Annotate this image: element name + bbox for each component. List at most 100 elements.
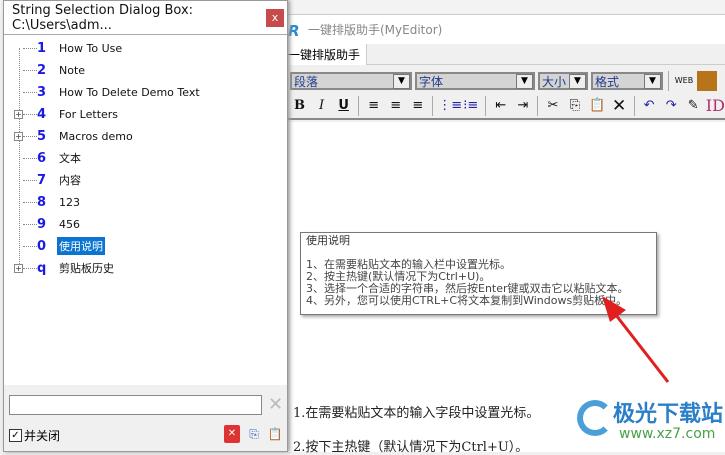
watermark-logo-icon (577, 400, 613, 436)
align-center-icon[interactable]: ≡ (386, 96, 405, 116)
tree-connector (23, 223, 37, 225)
hotkey: 7 (37, 172, 47, 188)
tree-connector (23, 135, 37, 137)
red-arrow-annotation (602, 296, 670, 383)
chevron-down-icon: ▼ (644, 73, 661, 89)
expand-icon[interactable]: + (14, 131, 23, 141)
tab-bar: 一键排版助手 (286, 44, 725, 65)
separator (485, 96, 487, 116)
string-selection-dialog: String Selection Dialog Box: C:\Users\ad… (3, 0, 288, 452)
close-checkbox[interactable]: ✓ 并关闭 (9, 427, 60, 444)
edit-icon[interactable]: ✎ (684, 96, 703, 116)
indent-icon[interactable]: ⇥ (513, 96, 532, 116)
paragraph-select[interactable]: 段落 ▼ (290, 72, 412, 90)
outdent-icon[interactable]: ⇤ (491, 96, 510, 116)
tree-item[interactable]: 9 456 (10, 214, 82, 234)
close-button[interactable]: x (266, 9, 284, 27)
search-input[interactable] (9, 395, 262, 415)
app-logo-icon: R (288, 21, 300, 40)
bold-icon[interactable]: B (290, 96, 309, 116)
body-line: 1.在需要粘贴文本的输入字段中设置光标。 (293, 406, 540, 421)
item-label: 文本 (59, 152, 81, 165)
tree-connector (23, 91, 37, 93)
paste-icon[interactable]: 📋 (588, 96, 607, 116)
item-label: For Letters (59, 107, 119, 121)
tree-connector (23, 245, 37, 247)
tree-item[interactable]: 7 内容 (10, 170, 83, 190)
italic-icon[interactable]: I (312, 96, 331, 116)
separator (633, 96, 635, 116)
tree-connector (23, 113, 37, 115)
clear-icon[interactable]: ✕ (268, 394, 283, 415)
copy-icon[interactable]: ⎘ (246, 425, 262, 443)
separator (432, 96, 434, 116)
dialog-title: String Selection Dialog Box: C:\Users\ad… (4, 1, 287, 35)
font-select[interactable]: 字体 ▼ (415, 72, 535, 90)
tree-item[interactable]: +4 For Letters (10, 104, 120, 124)
close-checkbox-label: 并关闭 (24, 429, 61, 443)
tab-editor[interactable]: 一键排版助手 (286, 44, 368, 65)
cut-icon[interactable]: ✂ (543, 96, 562, 116)
tree-item[interactable]: 8 123 (10, 192, 82, 212)
watermark-url: www.xz7.com (619, 426, 716, 442)
item-label: How To Delete Demo Text (59, 85, 200, 99)
checkbox-icon[interactable]: ✓ (9, 429, 22, 442)
font-value: 字体 (419, 74, 444, 89)
separator (668, 71, 669, 91)
item-label: 使用说明 (57, 237, 105, 255)
tree-connector (23, 267, 37, 269)
hotkey: 1 (37, 40, 47, 56)
web-link-icon[interactable]: WEB (674, 71, 694, 91)
hotkey: 2 (37, 62, 47, 78)
expand-icon[interactable]: + (14, 109, 23, 119)
item-label: 123 (59, 195, 80, 209)
hotkey: 8 (37, 194, 47, 210)
chevron-down-icon: ▼ (569, 73, 586, 89)
bullet-list-icon[interactable]: ⁝≡ (461, 96, 480, 116)
undo-icon[interactable]: ↶ (640, 96, 659, 116)
format-select[interactable]: 格式 ▼ (591, 72, 663, 90)
item-label: Note (59, 63, 86, 77)
body-line: 2.按下主热键（默认情况下为Ctrl+U）。 (293, 440, 529, 455)
tree-connector (23, 201, 37, 203)
item-label: How To Use (59, 41, 123, 55)
separator (358, 96, 360, 116)
hotkey: 3 (37, 84, 47, 100)
paste-icon[interactable]: 📋 (267, 425, 283, 443)
edit-toolbar: B I U ≡ ≡ ≡ ⋮≡ ⁝≡ ⇤ ⇥ ✂ ⎘ 📋 ✕ ↶ ↷ ✎ ID (286, 94, 725, 120)
tree-connector (23, 157, 37, 159)
copy-icon[interactable]: ⎘ (565, 96, 584, 116)
tree-item[interactable]: 6 文本 (10, 148, 83, 168)
tree-item[interactable]: + q 剪贴板历史 (10, 258, 116, 278)
tree-item[interactable]: 2 Note (10, 60, 87, 80)
watermark-name: 极光下载站 (613, 402, 724, 427)
hotkey: q (37, 260, 47, 276)
tree-item[interactable]: 0 使用说明 (10, 236, 105, 256)
item-label: 内容 (59, 174, 81, 187)
underline-icon[interactable]: U (334, 96, 353, 116)
insert-image-icon[interactable] (697, 71, 717, 91)
delete-item-icon[interactable]: ✕ (224, 425, 240, 443)
redo-icon[interactable]: ↷ (662, 96, 681, 116)
align-left-icon[interactable]: ≡ (364, 96, 383, 116)
string-tree: 1 How To Use 2 Note 3 How To Delete Demo Text… (4, 34, 287, 385)
hotkey: 4 (37, 106, 47, 122)
hotkey: 0 (37, 238, 47, 254)
tree-item[interactable]: 1 How To Use (10, 38, 124, 58)
tree-item[interactable]: +5 Macros demo (10, 126, 135, 146)
tree-connector (23, 47, 37, 49)
format-value: 格式 (595, 74, 620, 89)
size-value: 大小 (542, 74, 567, 89)
align-right-icon[interactable]: ≡ (408, 96, 427, 116)
tooltip-heading: 使用说明 (306, 234, 350, 247)
numbered-list-icon[interactable]: ⋮≡ (438, 96, 462, 116)
item-label: Macros demo (59, 129, 133, 143)
tree-connector (23, 69, 37, 71)
id-icon[interactable]: ID (706, 96, 725, 116)
delete-icon[interactable]: ✕ (610, 96, 629, 116)
hotkey: 9 (37, 216, 47, 232)
expand-icon[interactable]: + (14, 263, 23, 273)
tree-item[interactable]: 3 How To Delete Demo Text (10, 82, 202, 102)
editor-title: 一键排版助手(MyEditor) (308, 23, 443, 37)
size-select[interactable]: 大小 ▼ (538, 72, 588, 90)
